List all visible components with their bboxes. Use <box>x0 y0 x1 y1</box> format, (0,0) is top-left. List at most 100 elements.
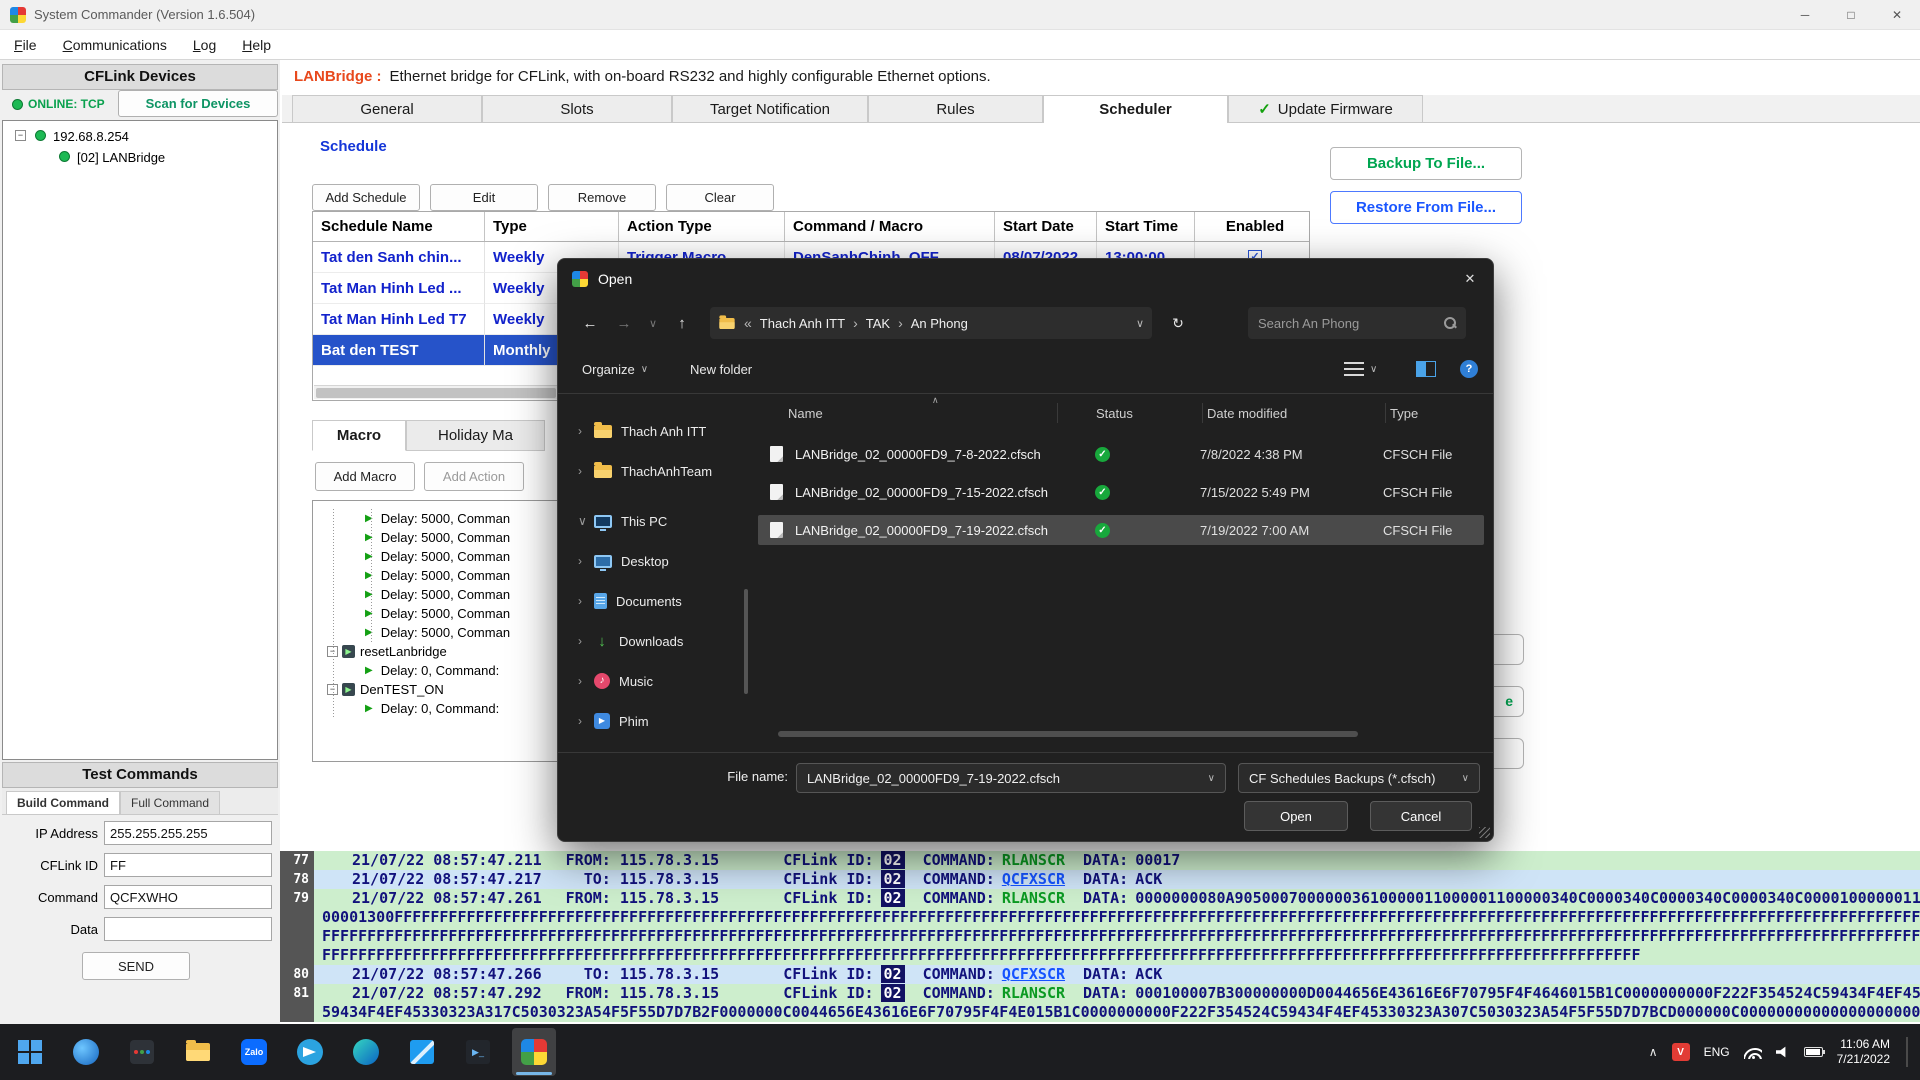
resize-grip[interactable] <box>1479 827 1490 838</box>
menu-communications[interactable]: Communications <box>63 37 167 53</box>
tree-item-ip[interactable]: 192.68.8.254 <box>53 129 129 144</box>
file-name-input[interactable]: LANBridge_02_00000FD9_7-19-2022.cfsch∨ <box>796 763 1226 793</box>
forward-icon[interactable]: → <box>610 309 638 337</box>
col-status[interactable]: Status <box>1058 403 1203 423</box>
taskbar-clock[interactable]: 11:06 AM 7/21/2022 <box>1837 1037 1890 1067</box>
close-icon[interactable]: ✕ <box>1874 0 1920 30</box>
taskbar-vscode[interactable] <box>400 1028 444 1076</box>
tray-overflow-icon[interactable]: ∧ <box>1649 1045 1658 1059</box>
col-schedule-name[interactable]: Schedule Name <box>313 212 485 241</box>
wifi-icon[interactable] <box>1744 1045 1762 1059</box>
clear-schedule-button[interactable]: Clear <box>666 184 774 211</box>
breadcrumb-overflow-icon[interactable]: « <box>744 315 752 331</box>
battery-icon[interactable] <box>1804 1047 1823 1057</box>
tab-macro[interactable]: Macro <box>312 420 406 451</box>
file-row-selected[interactable]: LANBridge_02_00000FD9_7-19-2022.cfsch ✓ … <box>758 515 1484 545</box>
chevron-right-icon[interactable]: › <box>578 464 594 478</box>
chevron-right-icon[interactable]: › <box>578 594 594 608</box>
up-icon[interactable]: ↑ <box>668 309 696 337</box>
breadcrumb-item[interactable]: An Phong <box>911 316 968 331</box>
menu-help[interactable]: Help <box>242 37 271 53</box>
col-type[interactable]: Type <box>1386 403 1486 423</box>
sidebar-item-this-pc[interactable]: ∨This PC <box>562 501 748 541</box>
col-enabled[interactable]: Enabled <box>1195 212 1307 241</box>
macro-action-item[interactable]: ▶Delay: 5000, Comman <box>313 585 557 604</box>
taskbar-edge[interactable] <box>344 1028 388 1076</box>
send-button[interactable]: SEND <box>82 952 190 980</box>
sidebar-item-thach-anh-itt[interactable]: ›Thach Anh ITT <box>562 411 748 451</box>
taskbar-zalo[interactable]: Zalo <box>232 1028 276 1076</box>
chevron-right-icon[interactable]: › <box>578 714 594 728</box>
tree-collapse-icon[interactable]: − <box>15 130 26 141</box>
sidebar-item-downloads[interactable]: ›↓Downloads <box>562 621 748 661</box>
view-mode-icon[interactable]: ∨ <box>1344 357 1377 381</box>
start-button[interactable] <box>8 1028 52 1076</box>
edit-schedule-button[interactable]: Edit <box>430 184 538 211</box>
add-schedule-button[interactable]: Add Schedule <box>312 184 420 211</box>
breadcrumb-item[interactable]: Thach Anh ITT <box>760 316 845 331</box>
breadcrumb[interactable]: « Thach Anh ITT › TAK › An Phong ∨ <box>710 307 1152 339</box>
taskbar-app[interactable] <box>120 1028 164 1076</box>
tab-rules[interactable]: Rules <box>868 95 1043 122</box>
sidebar-item-thachanhteam[interactable]: ›ThachAnhTeam <box>562 451 748 491</box>
refresh-icon[interactable]: ↻ <box>1164 309 1192 337</box>
macro-action-item[interactable]: ▶Delay: 5000, Comman <box>313 623 557 642</box>
col-date-modified[interactable]: Date modified <box>1203 403 1386 423</box>
scan-for-devices-button[interactable]: Scan for Devices <box>118 90 278 117</box>
file-row[interactable]: LANBridge_02_00000FD9_7-8-2022.cfsch ✓ 7… <box>758 439 1484 469</box>
sidebar-item-partial[interactable] <box>562 741 748 751</box>
new-folder-button[interactable]: New folder <box>690 357 752 381</box>
scrollbar-thumb[interactable] <box>316 388 556 398</box>
add-action-button[interactable]: Add Action <box>424 462 524 491</box>
cancel-button[interactable]: Cancel <box>1370 801 1472 831</box>
show-desktop-button[interactable] <box>1906 1037 1908 1067</box>
command-field[interactable]: QCFXWHO <box>104 885 272 909</box>
macro-node[interactable]: −▶DenTEST_ON <box>313 680 557 699</box>
help-icon[interactable]: ? <box>1460 357 1478 381</box>
volume-icon[interactable] <box>1776 1046 1790 1058</box>
search-input[interactable]: Search An Phong <box>1248 307 1466 339</box>
tab-scheduler[interactable]: Scheduler <box>1043 95 1228 123</box>
tab-update-firmware[interactable]: ✓Update Firmware <box>1228 95 1423 122</box>
language-indicator[interactable]: ENG <box>1704 1045 1730 1059</box>
file-list-scrollbar[interactable] <box>778 731 1358 737</box>
chevron-down-icon[interactable]: ∨ <box>1208 773 1215 784</box>
file-row[interactable]: LANBridge_02_00000FD9_7-15-2022.cfsch ✓ … <box>758 477 1484 507</box>
open-button[interactable]: Open <box>1244 801 1348 831</box>
col-start-date[interactable]: Start Date <box>995 212 1097 241</box>
data-field[interactable] <box>104 917 272 941</box>
communications-log[interactable]: 77 21/07/22 08:57:47.211FROM: 115.78.3.1… <box>280 851 1920 1024</box>
chevron-down-icon[interactable]: ∨ <box>1136 317 1144 330</box>
chevron-right-icon[interactable]: › <box>578 674 594 688</box>
col-type[interactable]: Type <box>485 212 619 241</box>
cflink-id-field[interactable]: FF <box>104 853 272 877</box>
preview-pane-icon[interactable] <box>1416 357 1436 381</box>
tab-general[interactable]: General <box>292 95 482 122</box>
tab-full-command[interactable]: Full Command <box>120 791 220 814</box>
sidebar-item-desktop[interactable]: ›Desktop <box>562 541 748 581</box>
tree-item-lanbridge[interactable]: [02] LANBridge <box>77 150 165 165</box>
sidebar-scrollbar[interactable] <box>744 589 748 694</box>
macro-action-item[interactable]: ▶Delay: 0, Command: <box>313 661 557 680</box>
remove-schedule-button[interactable]: Remove <box>548 184 656 211</box>
restore-from-file-button[interactable]: Restore From File... <box>1330 191 1522 224</box>
minimize-icon[interactable]: ─ <box>1782 0 1828 30</box>
macro-action-item[interactable]: ▶Delay: 5000, Comman <box>313 509 557 528</box>
dialog-close-icon[interactable]: ✕ <box>1447 259 1493 299</box>
macro-action-item[interactable]: ▶Delay: 5000, Comman <box>313 604 557 623</box>
chevron-down-icon[interactable]: ∨ <box>578 514 594 528</box>
chevron-right-icon[interactable]: › <box>578 634 594 648</box>
antivirus-icon[interactable]: V <box>1672 1043 1690 1061</box>
tab-holiday-macro[interactable]: Holiday Ma <box>406 420 545 451</box>
organize-button[interactable]: Organize∨ <box>582 357 648 381</box>
tab-target-notification[interactable]: Target Notification <box>672 95 868 122</box>
backup-to-file-button[interactable]: Backup To File... <box>1330 147 1522 180</box>
tab-slots[interactable]: Slots <box>482 95 672 122</box>
col-command-macro[interactable]: Command / Macro <box>785 212 995 241</box>
breadcrumb-item[interactable]: TAK <box>866 316 890 331</box>
taskbar-browser[interactable] <box>64 1028 108 1076</box>
taskbar-telegram[interactable] <box>288 1028 332 1076</box>
recent-locations-icon[interactable]: ∨ <box>642 309 664 337</box>
macro-action-item[interactable]: ▶Delay: 5000, Comman <box>313 528 557 547</box>
taskbar-terminal[interactable]: ▶_ <box>456 1028 500 1076</box>
